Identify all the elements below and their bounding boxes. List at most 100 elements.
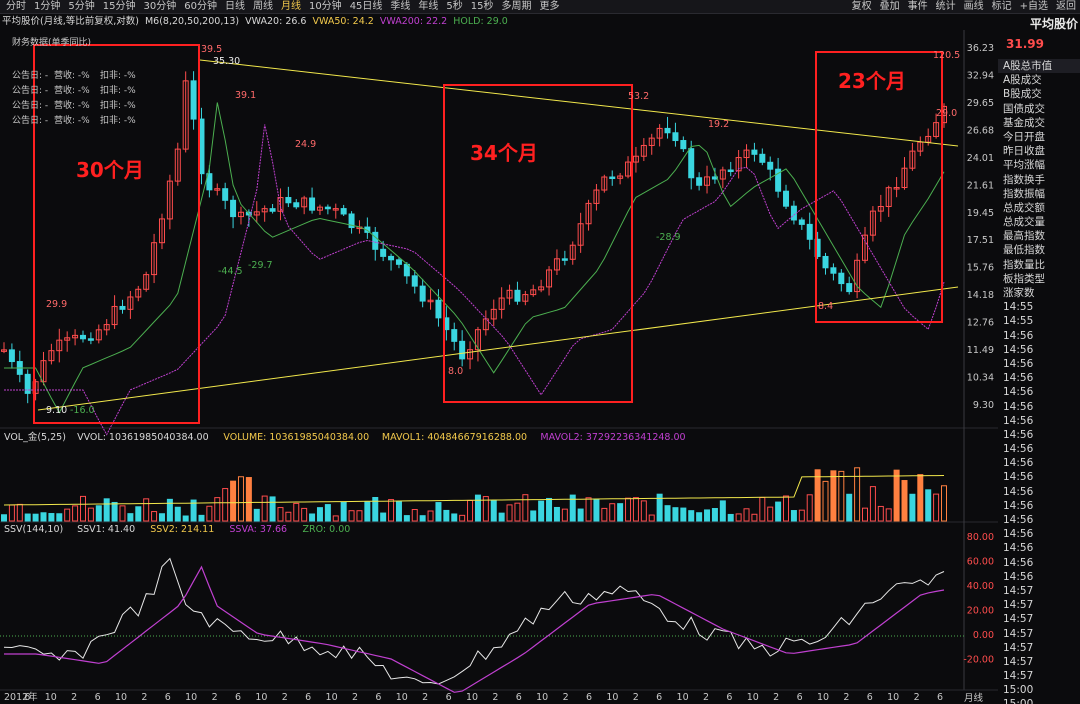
finance-date: 公告日: - — [12, 99, 48, 111]
x-tick: 6 — [586, 692, 592, 703]
volume-bar — [553, 506, 560, 522]
sidebar-item-29[interactable]: 14:56 — [998, 470, 1080, 484]
sidebar-item-14[interactable]: 指数量比 — [998, 258, 1080, 272]
sidebar-item-39[interactable]: 14:57 — [998, 612, 1080, 626]
sidebar-item-32[interactable]: 14:56 — [998, 513, 1080, 527]
sidebar-item-37[interactable]: 14:57 — [998, 584, 1080, 598]
chart-canvas[interactable]: 36.23 32.94 29.65 26.68 24.01 21.61 19.45 17.51… — [0, 0, 998, 704]
sidebar-item-38[interactable]: 14:57 — [998, 598, 1080, 612]
price-tick: 11.49 — [967, 345, 994, 356]
sidebar-item-36[interactable]: 14:56 — [998, 570, 1080, 584]
volume-bar — [648, 514, 655, 522]
candle-body — [119, 305, 126, 310]
x-tick: 10 — [185, 692, 197, 703]
sidebar-item-30[interactable]: 14:56 — [998, 485, 1080, 499]
volume-bar — [467, 499, 474, 522]
sidebar-item-11[interactable]: 总成交量 — [998, 215, 1080, 229]
volume-bar — [814, 469, 821, 522]
sidebar-item-40[interactable]: 14:57 — [998, 627, 1080, 641]
volume-bar — [364, 501, 371, 522]
sidebar-item-20[interactable]: 14:56 — [998, 343, 1080, 357]
ssva-line — [4, 565, 945, 693]
sidebar-item-21[interactable]: 14:56 — [998, 357, 1080, 371]
volume-bar — [561, 508, 568, 522]
candle-body — [269, 208, 276, 212]
sidebar-item-2[interactable]: B股成交 — [998, 87, 1080, 101]
price-label: 35.30 — [213, 56, 240, 67]
sidebar-item-45[interactable]: 15:00 — [998, 697, 1080, 704]
candle-body — [727, 169, 734, 173]
volume-bar — [316, 507, 323, 522]
volume-bar — [862, 507, 869, 522]
candle-body — [285, 197, 292, 204]
info-item-2: VWA20: 26.6 — [245, 16, 307, 27]
price-tick: 15.76 — [967, 263, 994, 274]
volume-bar — [182, 515, 189, 522]
sidebar-item-6[interactable]: 昨日收盘 — [998, 144, 1080, 158]
price-label: 19.2 — [708, 119, 729, 130]
sidebar-item-42[interactable]: 14:57 — [998, 655, 1080, 669]
volume-bar — [1, 514, 7, 522]
period-label: 月线 — [964, 693, 984, 704]
x-tick: 6 — [235, 692, 241, 703]
sidebar-item-23[interactable]: 14:56 — [998, 385, 1080, 399]
sidebar-item-24[interactable]: 14:56 — [998, 400, 1080, 414]
volume-bar — [711, 508, 718, 522]
sidebar-item-10[interactable]: 总成交额 — [998, 201, 1080, 215]
vol-ma — [3, 475, 945, 506]
sidebar-item-41[interactable]: 14:57 — [998, 641, 1080, 655]
sidebar-item-4[interactable]: 基金成交 — [998, 116, 1080, 130]
volume-bar — [411, 509, 418, 522]
sidebar-item-16[interactable]: 涨家数 — [998, 286, 1080, 300]
sidebar-item-31[interactable]: 14:56 — [998, 499, 1080, 513]
sidebar-item-18[interactable]: 14:55 — [998, 314, 1080, 328]
x-tick: 6 — [24, 692, 30, 703]
sidebar-item-34[interactable]: 14:56 — [998, 541, 1080, 555]
x-tick: 6 — [726, 692, 732, 703]
price-label: 39.5 — [201, 44, 222, 55]
sidebar-item-19[interactable]: 14:56 — [998, 329, 1080, 343]
candle-body — [435, 299, 442, 319]
volume-bar — [245, 477, 252, 522]
sidebar-item-35[interactable]: 14:56 — [998, 556, 1080, 570]
sidebar-item-9[interactable]: 指数振幅 — [998, 187, 1080, 201]
sidebar-item-5[interactable]: 今日开盘 — [998, 130, 1080, 144]
price-label: 8.4 — [818, 301, 833, 312]
volume-bar — [925, 489, 932, 522]
sidebar-item-12[interactable]: 最高指数 — [998, 229, 1080, 243]
tool-7[interactable]: 返回 — [1052, 0, 1080, 14]
sidebar-item-22[interactable]: 14:56 — [998, 371, 1080, 385]
sidebar-item-43[interactable]: 14:57 — [998, 669, 1080, 683]
sidebar-item-3[interactable]: 国债成交 — [998, 102, 1080, 116]
volume-bar — [103, 498, 110, 522]
sidebar-item-33[interactable]: 14:56 — [998, 527, 1080, 541]
volume-bar — [830, 470, 837, 522]
sidebar-item-17[interactable]: 14:55 — [998, 300, 1080, 314]
sidebar-item-27[interactable]: 14:56 — [998, 442, 1080, 456]
candle-body — [230, 199, 237, 218]
sidebar-item-15[interactable]: 板指类型 — [998, 272, 1080, 286]
sidebar-item-1[interactable]: A股成交 — [998, 73, 1080, 87]
tool-6[interactable]: +自选 — [1016, 0, 1052, 14]
sidebar-item-25[interactable]: 14:56 — [998, 414, 1080, 428]
vol-info: MAVOL2: 37292236341248.00 — [540, 432, 685, 443]
sidebar-item-13[interactable]: 最低指数 — [998, 243, 1080, 257]
price-label: 9.10 — [46, 405, 67, 416]
x-tick: 6 — [516, 692, 522, 703]
sidebar-item-0[interactable]: A股总市值 — [998, 59, 1080, 74]
candle-body — [609, 176, 616, 180]
volume-bar — [767, 506, 774, 522]
info-item-3: VWA50: 24.2 — [312, 16, 374, 27]
volume-bar — [403, 515, 410, 522]
sidebar-item-8[interactable]: 指数换手 — [998, 173, 1080, 187]
volume-bar — [893, 469, 900, 522]
sidebar-item-44[interactable]: 15:00 — [998, 683, 1080, 697]
volume-bar — [72, 505, 79, 522]
volume-bar — [498, 512, 505, 522]
sidebar-item-7[interactable]: 平均涨幅 — [998, 158, 1080, 172]
candle-body — [672, 132, 679, 142]
sidebar-item-26[interactable]: 14:56 — [998, 428, 1080, 442]
sidebar-item-28[interactable]: 14:56 — [998, 456, 1080, 470]
box-label: 30个月 — [76, 158, 144, 182]
volume-bar — [56, 513, 63, 522]
